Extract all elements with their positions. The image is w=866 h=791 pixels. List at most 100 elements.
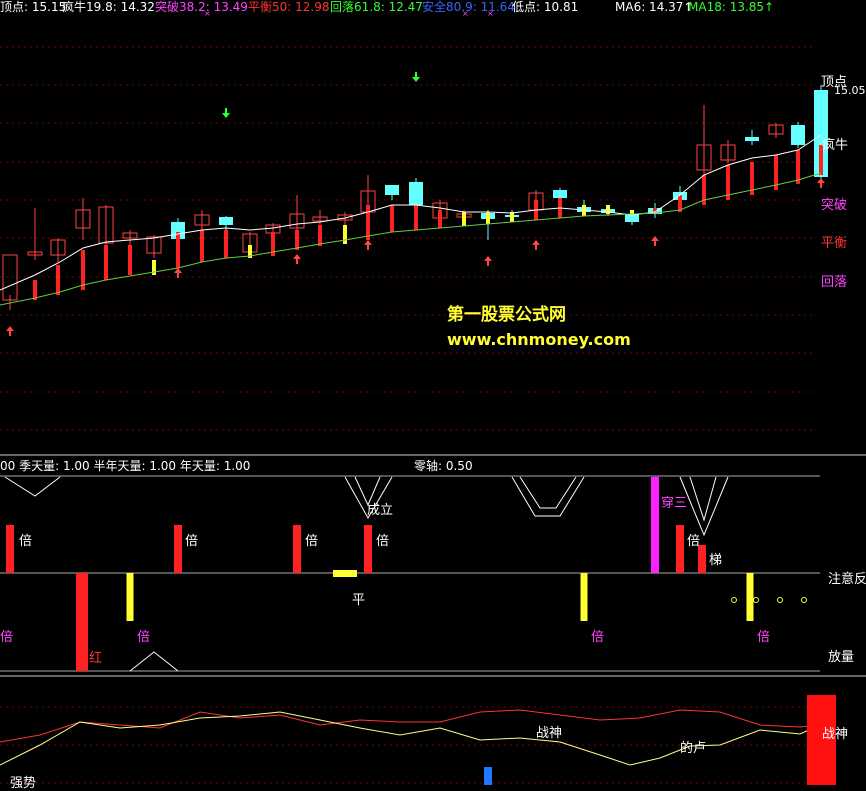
candle-body: [219, 217, 233, 225]
v-signal-shape: [511, 476, 585, 517]
buy-arrow-icon: [484, 256, 492, 266]
channel-bar: [56, 265, 60, 295]
candle-body: [385, 185, 399, 195]
v-signal-shape: [4, 476, 61, 497]
signal-bar: [364, 525, 372, 573]
sell-arrow-icon: [412, 72, 420, 82]
label-bei-9: 倍: [757, 630, 771, 645]
buy-arrow-icon: [817, 178, 825, 188]
label-attention: 注意反: [828, 572, 866, 587]
channel-bar: [128, 245, 132, 275]
header-ma18-value: MA18: 13.85↑: [688, 0, 775, 14]
buy-arrow-icon: [364, 240, 372, 250]
label-bei-3: 倍: [305, 534, 319, 549]
channel-bar: [390, 205, 394, 232]
channel-bar: [343, 225, 347, 244]
ma6-line: [0, 134, 822, 291]
label-strong: 强势: [10, 776, 37, 791]
header-top-value: 顶点: 15.15: [0, 0, 67, 14]
label-bei-4: 倍: [376, 534, 390, 549]
signal-bar: [676, 525, 684, 573]
oscillator-yellow-line: [0, 711, 821, 766]
candle-body: [791, 125, 805, 145]
buy-arrow-icon: [651, 236, 659, 246]
signal-bar: [580, 573, 588, 621]
label-breakout: 突破: [821, 198, 848, 213]
label-war-god-bar: 战神: [822, 727, 849, 742]
buy-arrow-icon: [6, 326, 14, 336]
channel-bar: [318, 225, 322, 246]
channel-bar: [200, 230, 204, 262]
signal-bar: [126, 573, 134, 621]
label-gourd: 的卢: [680, 741, 707, 756]
channel-bar: [462, 212, 466, 226]
label-ladder: 梯: [709, 553, 723, 568]
channel-bar: [630, 210, 634, 214]
channel-bar: [295, 230, 299, 250]
subpanel-volume-header: 00 季天量: 1.00 半年天量: 1.00 年天量: 1.00: [0, 459, 251, 473]
channel-bar: [81, 250, 85, 290]
label-bei-5: 倍: [687, 534, 701, 549]
candle-body: [553, 190, 567, 198]
label-pierce-three: 穿三: [661, 496, 688, 511]
label-bei-2: 倍: [185, 534, 199, 549]
signal-bar: [174, 525, 182, 573]
stock-chart-window: × × × 顶点: 15.15 疯牛19.8: 14.32 突破38.2: 13.4…: [0, 0, 866, 791]
signal-bar: [293, 525, 301, 573]
channel-bar: [366, 205, 370, 240]
header-mad-value: 疯牛19.8: 14.32: [62, 0, 155, 14]
header-ma6-value: MA6: 14.37↑: [615, 0, 694, 14]
label-war-god-1: 战神: [536, 726, 563, 741]
candle-body: [745, 137, 759, 141]
channel-bar: [486, 212, 490, 224]
label-bei-1: 倍: [19, 534, 33, 549]
header-low-value: 低点: 10.81: [512, 0, 579, 14]
channel-bar: [152, 260, 156, 275]
header-breakout-value: 突破38.2: 13.49: [155, 0, 248, 14]
label-bei-6: 倍: [0, 630, 14, 645]
label-volume-up: 放量: [828, 650, 855, 665]
label-mad-bull: 疯牛: [822, 138, 849, 153]
channel-bar: [104, 245, 108, 280]
label-red: 红: [89, 651, 103, 666]
label-flat: 平: [352, 593, 366, 608]
signal-bar: [698, 545, 706, 573]
label-established: 成立: [367, 503, 394, 518]
oscillator-bar-blue: [484, 767, 492, 785]
watermark-title: 第一股票公式网: [447, 305, 566, 325]
subpanel-zero-axis: 零轴: 0.50: [414, 459, 473, 473]
triangle-signal-shape: [129, 651, 179, 672]
watermark-url: www.chnmoney.com: [447, 330, 631, 349]
sell-arrow-icon: [222, 108, 230, 118]
dot-marker: [753, 597, 759, 603]
signal-bar-magenta: [651, 477, 659, 573]
chart-canvas[interactable]: × × ×: [0, 0, 866, 785]
header-safe-value: 安全80.9: 11.64: [422, 0, 515, 14]
candle-body: [409, 182, 423, 205]
oscillator-red-line: [0, 709, 821, 743]
channel-bar: [224, 230, 228, 258]
candle-body: [2, 254, 18, 301]
channel-bar: [33, 280, 37, 300]
header-balance-value: 平衡50: 12.98: [248, 0, 330, 14]
signal-bar: [6, 525, 14, 573]
header-fallback-value: 回落61.8: 12.47: [330, 0, 423, 14]
signal-bar: [746, 573, 754, 621]
channel-bar: [414, 205, 418, 230]
v-signal-shape: [679, 476, 729, 537]
channel-bar: [796, 150, 800, 184]
label-current-price: 15.05: [834, 84, 866, 97]
label-bei-8: 倍: [591, 630, 605, 645]
dot-marker: [777, 597, 783, 603]
buy-arrow-icon: [293, 254, 301, 264]
dot-marker: [801, 597, 807, 603]
label-bei-7: 倍: [137, 630, 151, 645]
channel-bar: [176, 232, 180, 268]
dot-marker: [731, 597, 737, 603]
label-fallback: 回落: [821, 275, 848, 290]
label-balance: 平衡: [821, 236, 848, 251]
flat-marker: [333, 570, 357, 577]
signal-bar: [76, 573, 88, 671]
channel-bar: [438, 210, 442, 228]
buy-arrow-icon: [532, 240, 540, 250]
